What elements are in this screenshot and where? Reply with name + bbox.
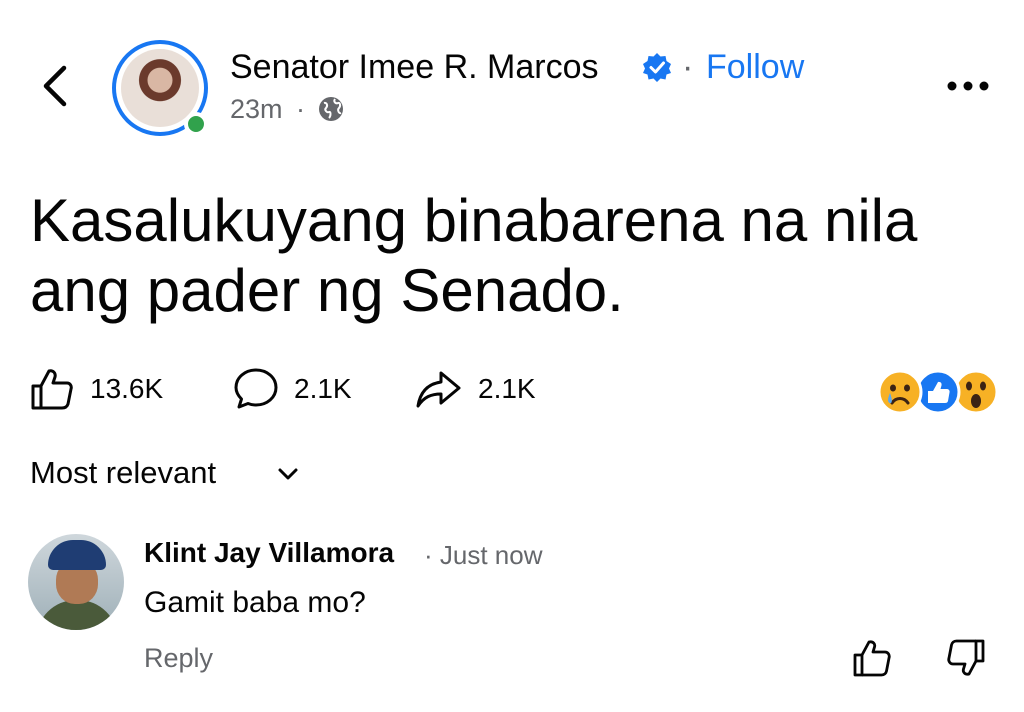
verified-badge-icon — [642, 52, 672, 82]
commenter-avatar[interactable] — [28, 534, 124, 630]
comment-timestamp: · Just now — [424, 540, 543, 570]
wow-reaction-icon — [953, 369, 999, 415]
sad-reaction-icon — [877, 369, 923, 415]
back-chevron-icon[interactable] — [38, 62, 74, 110]
more-options-icon[interactable] — [944, 72, 992, 100]
thumbs-up-icon[interactable] — [850, 636, 894, 680]
commenter-name[interactable]: Klint Jay Villamora — [144, 534, 394, 572]
comment-count[interactable]: 2.1K — [294, 369, 352, 409]
share-icon[interactable] — [414, 365, 462, 413]
chevron-down-icon[interactable] — [274, 460, 302, 488]
header-separator: · — [682, 48, 694, 86]
share-count[interactable]: 2.1K — [478, 369, 536, 409]
like-count[interactable]: 13.6K — [90, 369, 163, 409]
author-name[interactable]: Senator Imee R. Marcos — [230, 46, 598, 88]
post-timestamp[interactable]: 23m — [230, 92, 283, 126]
post-text: Kasalukuyang binabarena na nila ang pade… — [30, 187, 918, 324]
timestamp-separator: · — [296, 94, 305, 124]
thumbs-down-icon[interactable] — [944, 636, 988, 680]
globe-icon — [316, 94, 346, 124]
author-avatar[interactable] — [112, 40, 208, 136]
reply-button[interactable]: Reply — [144, 638, 213, 678]
follow-button[interactable]: Follow — [706, 46, 804, 88]
like-icon[interactable] — [28, 365, 76, 413]
like-reaction-icon — [915, 369, 961, 415]
comment-text: Gamit baba mo? — [144, 586, 366, 619]
comment-sort-dropdown[interactable]: Most relevant — [30, 452, 216, 494]
reaction-summary[interactable] — [876, 368, 1000, 416]
online-status-dot — [184, 112, 208, 136]
comment-icon[interactable] — [232, 365, 280, 413]
